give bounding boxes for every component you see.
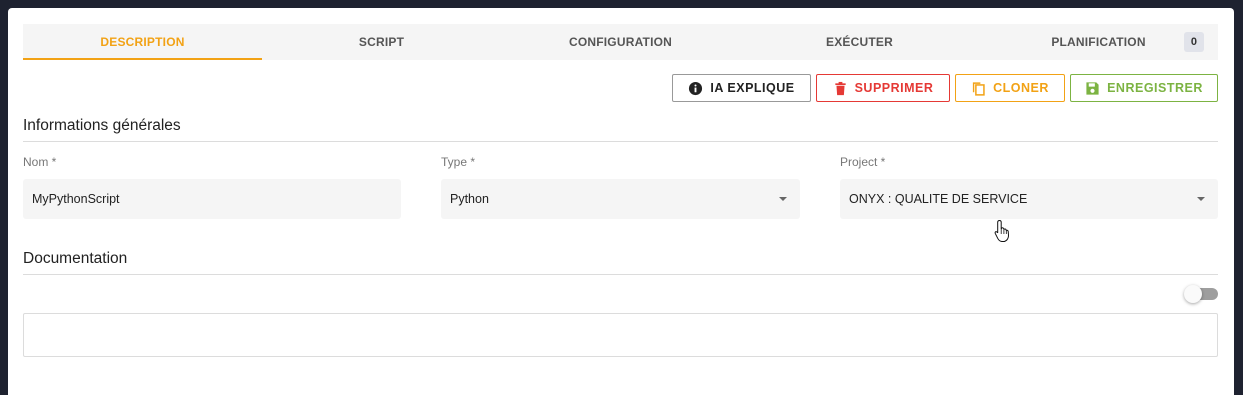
floppy-disk-icon <box>1086 81 1099 95</box>
planification-count-badge: 0 <box>1184 32 1204 52</box>
copy-icon <box>972 81 985 96</box>
chevron-down-icon <box>1197 197 1205 201</box>
type-label: Type * <box>441 155 476 169</box>
documentation-editor[interactable] <box>23 313 1218 357</box>
tab-planification[interactable]: PLANIFICATION 0 <box>979 24 1218 60</box>
hand-pointer-icon <box>994 219 1010 242</box>
type-value: Python <box>450 192 489 206</box>
tab-description[interactable]: DESCRIPTION <box>23 24 262 60</box>
trash-icon <box>834 81 846 95</box>
documentation-toggle[interactable] <box>1184 285 1218 303</box>
general-info-heading: Informations générales <box>23 117 1218 142</box>
tab-script[interactable]: SCRIPT <box>262 24 501 60</box>
project-value: ONYX : QUALITE DE SERVICE <box>849 192 1028 206</box>
tab-executer[interactable]: EXÉCUTER <box>740 24 979 60</box>
documentation-heading: Documentation <box>23 250 1218 275</box>
clone-button[interactable]: CLONER <box>955 74 1065 102</box>
toggle-knob <box>1184 285 1202 303</box>
project-label: Project * <box>840 155 886 169</box>
save-button[interactable]: ENREGISTRER <box>1070 74 1218 102</box>
project-select[interactable]: ONYX : QUALITE DE SERVICE <box>840 179 1218 219</box>
name-input[interactable]: MyPythonScript <box>23 179 401 219</box>
tab-bar: DESCRIPTION SCRIPT CONFIGURATION EXÉCUTE… <box>23 24 1218 60</box>
name-label: Nom * <box>23 155 57 169</box>
action-toolbar: IA EXPLIQUE SUPPRIMER CLONER ENREGISTRER <box>672 74 1218 102</box>
delete-button[interactable]: SUPPRIMER <box>816 74 950 102</box>
tab-configuration[interactable]: CONFIGURATION <box>501 24 740 60</box>
ai-explain-button[interactable]: IA EXPLIQUE <box>672 74 811 102</box>
script-editor-panel: DESCRIPTION SCRIPT CONFIGURATION EXÉCUTE… <box>8 8 1234 395</box>
info-icon <box>689 81 703 95</box>
chevron-down-icon <box>779 197 787 201</box>
type-select[interactable]: Python <box>441 179 800 219</box>
name-value: MyPythonScript <box>32 192 120 206</box>
